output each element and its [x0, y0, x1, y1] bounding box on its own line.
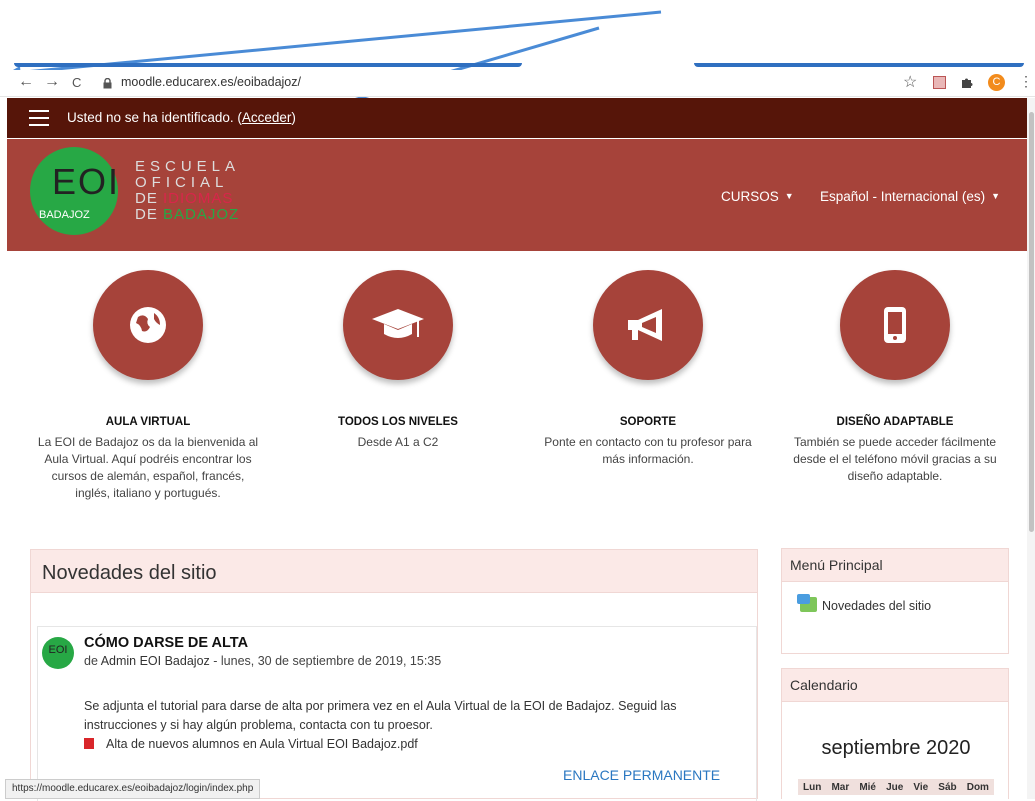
wordmark-line3a: DE [135, 190, 164, 207]
wordmark-line2: OFICIAL [135, 174, 229, 191]
calendar-weekdays: Lun Mar Mié Jue Vie Sáb Dom [798, 779, 994, 795]
news-title: Novedades del sitio [42, 562, 217, 584]
calendar-block: Calendario septiembre 2020 Lun Mar Mié J… [781, 668, 1009, 799]
pdf-extension-icon[interactable] [933, 76, 946, 89]
post-body: Se adjunta el tutorial para darse de alt… [84, 699, 677, 732]
address-bar[interactable]: moodle.educarex.es/eoibadajoz/ ☆ C ⋮ [93, 72, 1033, 94]
weekday: Dom [966, 781, 989, 793]
news-panel-header: Novedades del sitio [31, 550, 757, 593]
extensions-puzzle-icon[interactable] [960, 76, 973, 89]
feature-text: Desde A1 a C2 [357, 435, 439, 449]
language-label: Español - Internacional (es) [820, 189, 986, 204]
logo-badajoz-text: BADAJOZ [39, 209, 90, 221]
globe-icon [93, 270, 203, 380]
login-status: Usted no se ha identificado. (Acceder) [67, 110, 296, 125]
wordmark-line1: ESCUELA [135, 158, 241, 175]
post-meta-prefix: de [84, 654, 101, 668]
nav-cursos[interactable]: CURSOS ▼ [721, 189, 794, 204]
permalink-link[interactable]: ENLACE PERMANENTE [563, 767, 720, 783]
chevron-down-icon: ▼ [991, 191, 1001, 201]
news-post: EOI CÓMO DARSE DE ALTA de Admin EOI Bada… [37, 626, 757, 801]
feature-soporte: SOPORTE Ponte en contacto con tu profeso… [533, 270, 763, 468]
mobile-icon [840, 270, 950, 380]
feature-title: DISEÑO ADAPTABLE [836, 416, 954, 428]
browser-menu-icon[interactable]: ⋮ [1019, 73, 1033, 90]
login-prefix: Usted no se ha identificado. ( [67, 110, 242, 125]
megaphone-icon [593, 270, 703, 380]
login-suffix: ) [291, 110, 296, 125]
main-menu-title: Menú Principal [782, 549, 1008, 582]
nav-cursos-label: CURSOS [721, 189, 779, 204]
forward-icon[interactable]: → [44, 73, 60, 91]
post-date: - lunes, 30 de septiembre de 2019, 15:35 [209, 654, 442, 668]
feature-title: TODOS LOS NIVELES [338, 416, 458, 428]
weekday: Jue [886, 781, 904, 793]
post-title: CÓMO DARSE DE ALTA [84, 635, 249, 651]
calendar-title: Calendario [782, 669, 1008, 702]
feature-title: AULA VIRTUAL [105, 416, 191, 428]
post-meta: de Admin EOI Badajoz - lunes, 30 de sept… [84, 654, 441, 668]
scrollbar-thumb[interactable] [1029, 112, 1034, 532]
back-icon[interactable]: ← [18, 73, 34, 91]
feature-text: También se puede acceder fácilmente desd… [793, 435, 997, 483]
reload-icon[interactable]: C [72, 75, 81, 90]
main-menu-block: Menú Principal Novedades del sitio [781, 548, 1009, 654]
eoi-logo[interactable]: EOI BADAJOZ [30, 147, 118, 235]
wordmark-line4b: BADAJOZ [163, 206, 240, 223]
chevron-down-icon: ▼ [784, 191, 794, 201]
bookmark-star-icon[interactable]: ☆ [903, 72, 917, 92]
feature-text: La EOI de Badajoz os da la bienvenida al… [37, 435, 259, 500]
attachment-link[interactable]: Alta de nuevos alumnos en Aula Virtual E… [84, 737, 418, 751]
tab-strip-left [14, 63, 522, 67]
language-selector[interactable]: Español - Internacional (es) ▼ [820, 189, 1000, 204]
avatar: EOI [42, 637, 74, 669]
hamburger-menu-icon[interactable] [29, 110, 49, 126]
logo-eoi-text: EOI [52, 161, 121, 202]
lock-icon [103, 78, 112, 89]
menu-item-novedades[interactable]: Novedades del sitio [797, 594, 932, 613]
wordmark-line3b: IDIOMAS [163, 190, 234, 207]
feature-title: SOPORTE [619, 416, 677, 428]
calendar-month: septiembre 2020 [821, 737, 971, 759]
moodle-topnav: Usted no se ha identificado. (Acceder) [7, 98, 1027, 138]
login-link[interactable]: Acceder [242, 110, 292, 125]
tab-strip-right [694, 63, 1024, 67]
news-panel: Novedades del sitio EOI CÓMO DARSE DE AL… [30, 549, 758, 801]
wordmark-line4a: DE [135, 206, 164, 223]
menu-item-label: Novedades del sitio [822, 599, 932, 613]
site-header: EOI BADAJOZ ESCUELA OFICIAL DE IDIOMAS D… [7, 139, 1027, 251]
post-author-link[interactable]: Admin EOI Badajoz [101, 654, 210, 668]
logo-wordmark: ESCUELA OFICIAL DE IDIOMAS DE BADAJOZ [135, 159, 240, 223]
graduation-cap-icon [343, 270, 453, 380]
feature-aula-virtual: AULA VIRTUAL La EOI de Badajoz os da la … [33, 270, 263, 502]
feature-diseno-adaptable: DISEÑO ADAPTABLE También se puede accede… [780, 270, 1010, 485]
status-bar-url: https://moodle.educarex.es/eoibadajoz/lo… [5, 779, 261, 799]
profile-avatar[interactable]: C [988, 74, 1005, 91]
browser-toolbar: ← → C moodle.educarex.es/eoibadajoz/ ☆ C… [0, 70, 1035, 97]
weekday: Lun [803, 781, 822, 793]
url-text: moodle.educarex.es/eoibadajoz/ [121, 75, 301, 89]
weekday: Sáb [938, 781, 957, 793]
forum-icon [797, 594, 817, 612]
feature-text: Ponte en contacto con tu profesor para m… [544, 435, 752, 466]
attachment-label: Alta de nuevos alumnos en Aula Virtual E… [106, 737, 418, 751]
pdf-file-icon [84, 738, 94, 749]
feature-todos-niveles: TODOS LOS NIVELES Desde A1 a C2 [283, 270, 513, 451]
weekday: Mié [859, 781, 876, 793]
weekday: Vie [913, 781, 929, 793]
weekday: Mar [831, 781, 850, 793]
